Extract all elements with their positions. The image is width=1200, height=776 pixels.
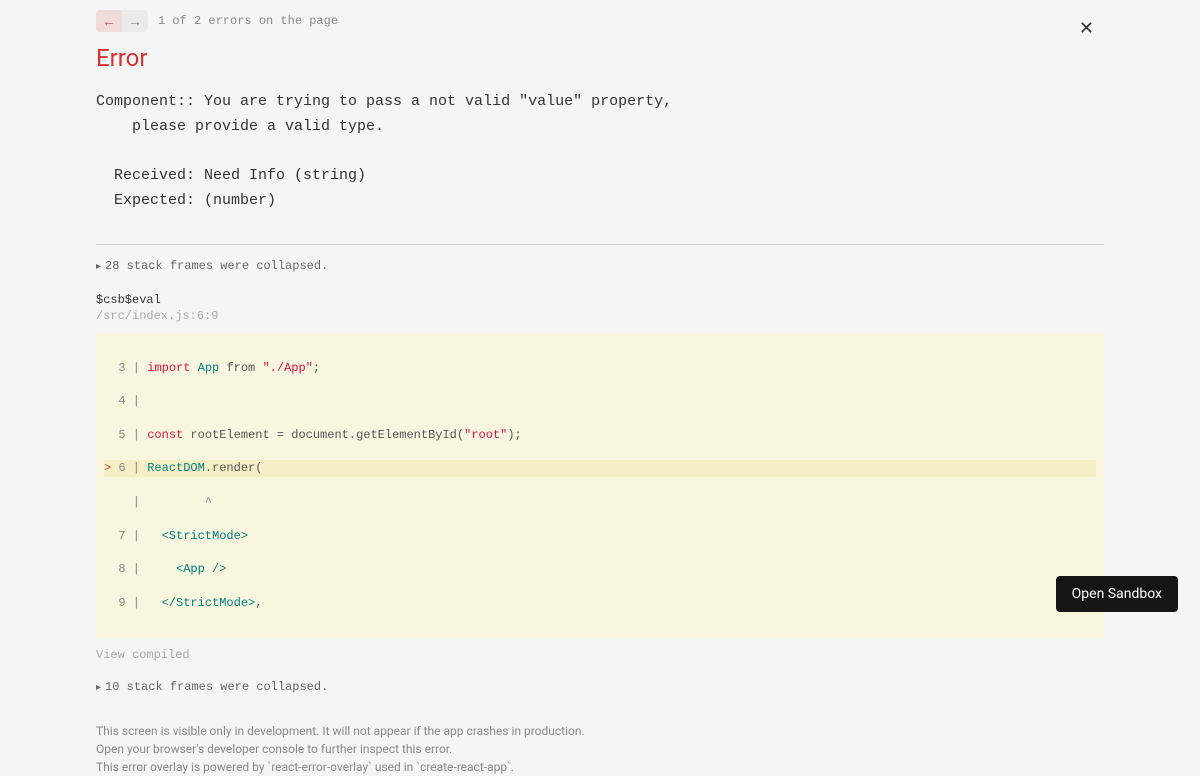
view-compiled-link[interactable]: View compiled bbox=[96, 648, 1104, 662]
error-title: Error bbox=[96, 44, 1104, 72]
error-nav: ← → 1 of 2 errors on the page bbox=[96, 10, 1104, 32]
code-line: 7 | <StrictMode> bbox=[104, 528, 1096, 545]
error-message: Component:: You are trying to pass a not… bbox=[96, 90, 1104, 214]
nav-button-group: ← → bbox=[96, 10, 148, 32]
code-line: 9 | </StrictMode>, bbox=[104, 595, 1096, 612]
code-line: 8 | <App /> bbox=[104, 561, 1096, 578]
stack-frame-name: $csb$eval bbox=[96, 293, 1104, 307]
footer-line: This error overlay is powered by `react-… bbox=[96, 758, 1104, 776]
error-count-text: 1 of 2 errors on the page bbox=[158, 14, 338, 28]
stack-collapse-2[interactable]: 10 stack frames were collapsed. bbox=[96, 680, 1104, 694]
code-line: 5 | const rootElement = document.getElem… bbox=[104, 427, 1096, 444]
prev-error-button[interactable]: ← bbox=[96, 10, 122, 32]
footer-line: This screen is visible only in developme… bbox=[96, 722, 1104, 740]
stack-frame-location: /src/index.js:6:9 bbox=[96, 309, 1104, 323]
code-line: 4 | bbox=[104, 393, 1096, 410]
footer-notes: This screen is visible only in developme… bbox=[96, 722, 1104, 776]
code-line-highlight: > 6 | ReactDOM.render( bbox=[104, 460, 1096, 477]
divider bbox=[96, 244, 1104, 245]
close-icon[interactable]: ✕ bbox=[1079, 18, 1094, 39]
code-line: 3 | import App from "./App"; bbox=[104, 360, 1096, 377]
open-sandbox-button[interactable]: Open Sandbox bbox=[1056, 576, 1178, 612]
next-error-button[interactable]: → bbox=[122, 10, 148, 32]
footer-line: Open your browser's developer console to… bbox=[96, 740, 1104, 758]
code-line: | ^ bbox=[104, 494, 1096, 511]
stack-collapse-1[interactable]: 28 stack frames were collapsed. bbox=[96, 259, 1104, 273]
code-snippet: 3 | import App from "./App"; 4 | 5 | con… bbox=[96, 333, 1104, 639]
